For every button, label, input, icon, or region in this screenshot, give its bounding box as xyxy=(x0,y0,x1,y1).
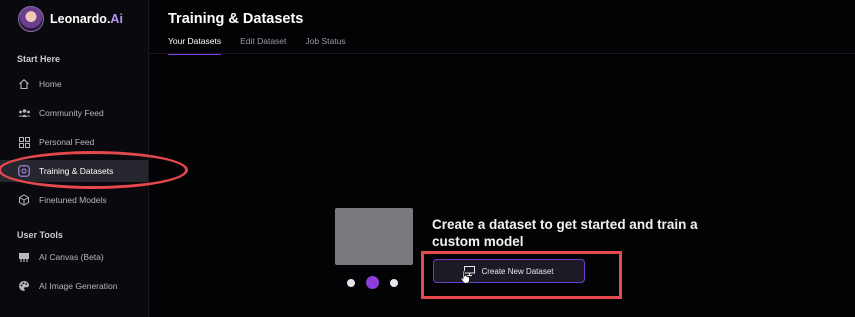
section-label-user-tools: User Tools xyxy=(17,230,63,240)
grid-icon xyxy=(17,135,31,149)
sidebar-item-home[interactable]: Home xyxy=(0,73,148,95)
create-new-dataset-button[interactable]: Create New Dataset xyxy=(433,259,585,283)
sidebar-item-ai-image-generation[interactable]: AI Image Generation xyxy=(0,275,148,297)
carousel-dot[interactable] xyxy=(390,278,398,287)
hand-cursor-icon xyxy=(460,270,471,289)
canvas-icon xyxy=(17,250,31,264)
home-icon xyxy=(17,77,31,91)
sidebar-item-label: AI Canvas (Beta) xyxy=(39,252,104,262)
users-icon xyxy=(17,106,31,120)
sidebar-item-label: Training & Datasets xyxy=(39,166,114,176)
header-divider xyxy=(148,53,855,54)
brand-logo[interactable]: Leonardo.Ai xyxy=(18,6,123,32)
sidebar-item-ai-canvas[interactable]: AI Canvas (Beta) xyxy=(0,246,148,268)
sidebar-item-label: Personal Feed xyxy=(39,137,95,147)
carousel-dot[interactable] xyxy=(347,278,355,287)
sidebar-item-label: Finetuned Models xyxy=(39,195,107,205)
sidebar-item-community-feed[interactable]: Community Feed xyxy=(0,102,148,124)
palette-icon xyxy=(17,279,31,293)
section-label-start-here: Start Here xyxy=(17,54,61,64)
sidebar-item-training-datasets[interactable]: Training & Datasets xyxy=(0,160,148,182)
sidebar: Leonardo.Ai Start Here Home Community Fe… xyxy=(0,0,149,317)
logo-avatar-icon xyxy=(18,6,44,32)
page-title: Training & Datasets xyxy=(168,11,304,27)
sidebar-item-label: Home xyxy=(39,79,62,89)
sidebar-item-personal-feed[interactable]: Personal Feed xyxy=(0,131,148,153)
sidebar-item-finetuned-models[interactable]: Finetuned Models xyxy=(0,189,148,211)
training-icon xyxy=(17,164,31,178)
empty-state-illustration xyxy=(335,208,413,265)
carousel-dots xyxy=(347,276,398,289)
sidebar-item-label: Community Feed xyxy=(39,108,104,118)
empty-state-heading: Create a dataset to get started and trai… xyxy=(432,217,698,249)
cube-icon xyxy=(17,193,31,207)
create-new-dataset-label: Create New Dataset xyxy=(481,266,554,276)
brand-name: Leonardo.Ai xyxy=(50,12,123,26)
carousel-dot-active[interactable] xyxy=(366,276,379,289)
sidebar-item-label: AI Image Generation xyxy=(39,281,118,291)
